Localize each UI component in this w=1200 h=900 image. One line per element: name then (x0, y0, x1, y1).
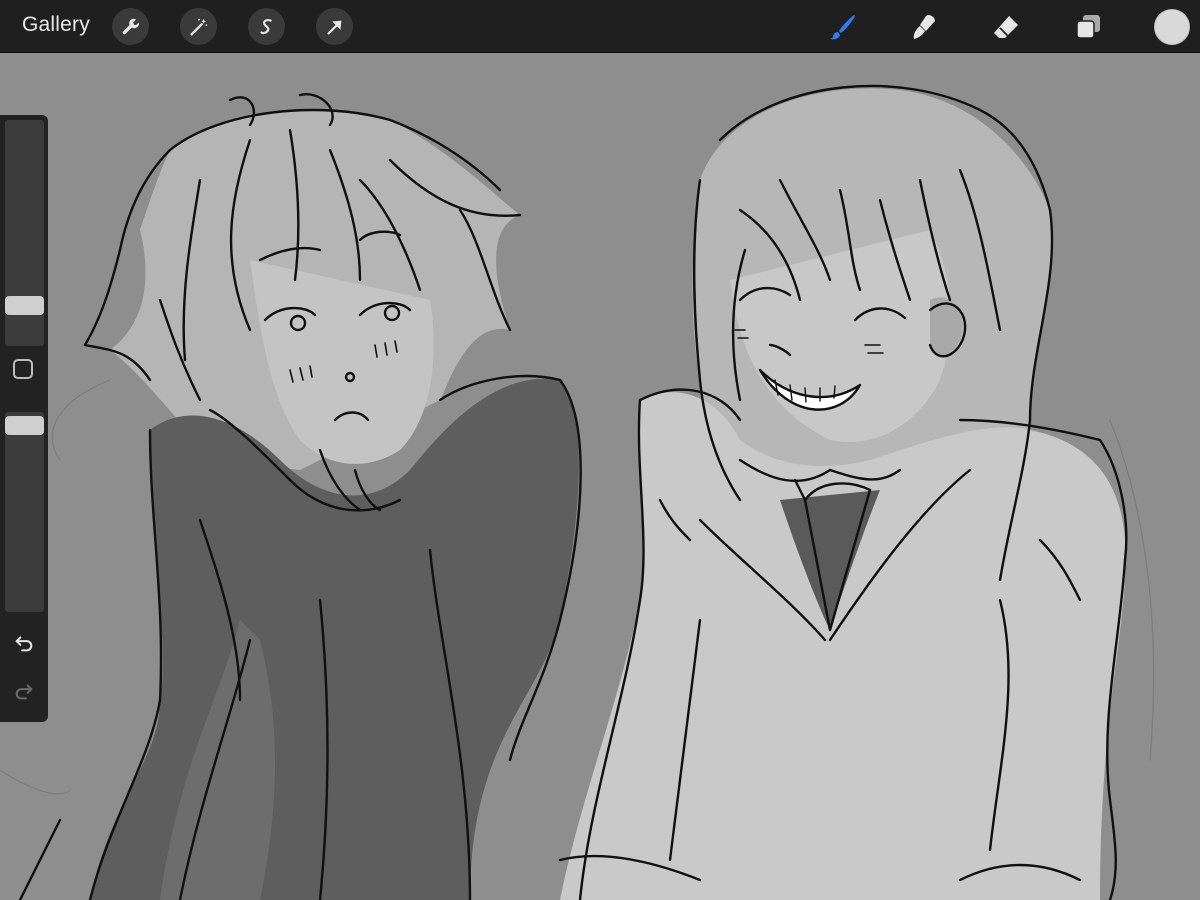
top-toolbar: Gallery (0, 0, 1200, 53)
opacity-slider[interactable] (5, 412, 44, 612)
transform-arrow-icon (326, 20, 341, 35)
actions-button[interactable] (112, 8, 149, 45)
eraser-icon (994, 16, 1018, 38)
selection-button[interactable] (248, 8, 285, 45)
color-swatch[interactable] (1154, 9, 1190, 45)
brush-size-handle[interactable] (5, 296, 44, 315)
sketch-drawing (0, 84, 1155, 900)
layers-button[interactable] (1069, 8, 1107, 46)
modify-button[interactable] (13, 359, 33, 379)
smudge-icon (913, 15, 935, 39)
brush-icon (830, 15, 855, 40)
gallery-button[interactable]: Gallery (22, 13, 90, 37)
brush-tool[interactable] (824, 8, 862, 46)
left-sidebar (0, 115, 48, 722)
layers-icon (1076, 15, 1100, 39)
adjustments-button[interactable] (180, 8, 217, 45)
transform-button[interactable] (316, 8, 353, 45)
wrench-icon (122, 18, 139, 34)
smudge-tool[interactable] (905, 8, 943, 46)
selection-icon (259, 18, 272, 34)
opacity-handle[interactable] (5, 416, 44, 435)
magic-wand-icon (189, 18, 207, 36)
eraser-tool[interactable] (987, 8, 1025, 46)
undo-button[interactable] (11, 630, 37, 656)
redo-icon (15, 684, 33, 700)
undo-icon (15, 636, 33, 652)
redo-button[interactable] (11, 678, 37, 704)
drawing-canvas[interactable] (0, 53, 1200, 900)
